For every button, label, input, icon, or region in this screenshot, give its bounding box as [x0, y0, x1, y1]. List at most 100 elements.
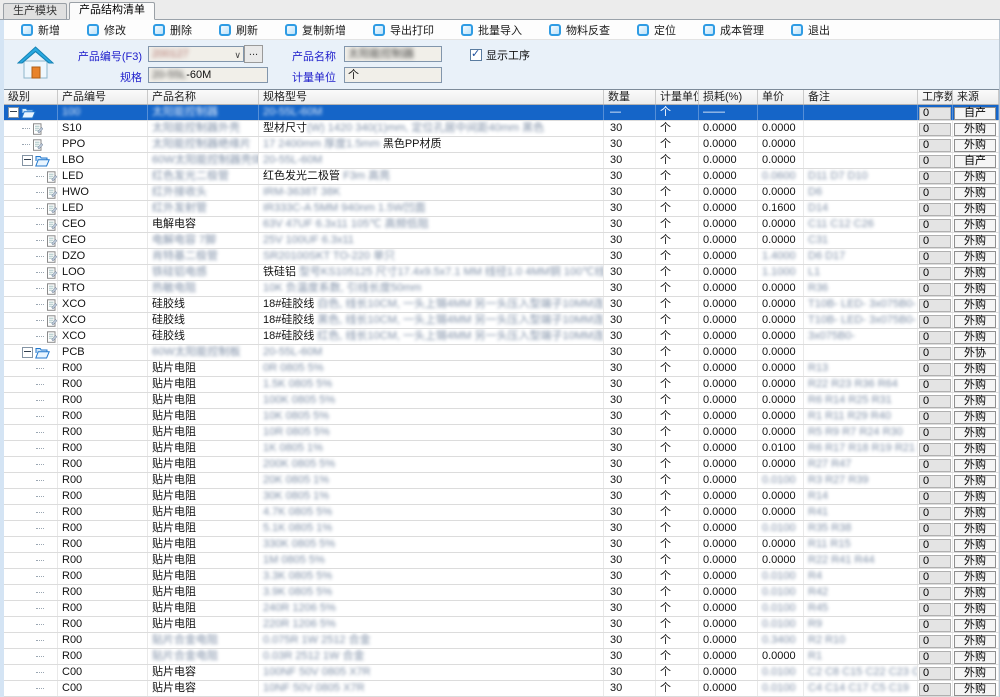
table-row[interactable]: R00贴片电阻330K 0805 5%30个0.00000.0000R11 R1…	[4, 537, 999, 553]
table-row[interactable]: HWO红外接收头IRM-3638T 38K30个0.00000.0000D60外…	[4, 185, 999, 201]
table-row[interactable]: DZO肖特基二极管SR20100SKT TO-220 单只30个0.00001.…	[4, 249, 999, 265]
source-button[interactable]: 外购	[954, 571, 996, 584]
source-button[interactable]: 外购	[954, 683, 996, 696]
table-row[interactable]: CEO电解电容63V 47UF 6.3x11 105℃ 高频低阻30个0.000…	[4, 217, 999, 233]
table-row[interactable]: R00贴片电阻10R 0805 5%30个0.00000.0000R5 R9 R…	[4, 425, 999, 441]
column-header-product-name[interactable]: 产品名称	[148, 90, 259, 104]
source-button[interactable]: 外购	[954, 555, 996, 568]
table-row[interactable]: XCO硅胶线18#硅胶线 黑色, 线长10CM, 一头上锡4MM 另一头压入型端…	[4, 313, 999, 329]
table-row[interactable]: LED红色发光二极管红色发光二极管 F3m 高亮30个0.00000.0600D…	[4, 169, 999, 185]
table-row[interactable]: S10太阳能控制器外壳型材尺寸(W) 1420 340(1)mm, 定位孔居中间…	[4, 121, 999, 137]
table-row[interactable]: 100太阳能控制器20-55L-60M—个——0自产	[4, 105, 999, 121]
source-button[interactable]: 外购	[954, 603, 996, 616]
table-row[interactable]: R00贴片合金电阻0.03R 2512 1W 合金30个0.00000.0000…	[4, 649, 999, 665]
product-code-combobox[interactable]: 200127 ∨	[148, 46, 244, 62]
source-button[interactable]: 外购	[954, 283, 996, 296]
table-row[interactable]: R00贴片电阻3.3K 0805 5%30个0.00000.0100R40外购	[4, 569, 999, 585]
product-name-field[interactable]: 太阳能控制器	[344, 46, 442, 62]
source-button[interactable]: 外购	[954, 171, 996, 184]
column-header-unit[interactable]: 计量单位	[656, 90, 699, 104]
table-row[interactable]: R00贴片电阻5.1K 0805 1%30个0.00000.0100R35 R3…	[4, 521, 999, 537]
source-button[interactable]: 外购	[954, 187, 996, 200]
table-row[interactable]: LED红外发射管IR333C-A 5MM 940nm 1.5W凹面30个0.00…	[4, 201, 999, 217]
toolbar-button-delete[interactable]: 删除	[153, 22, 192, 38]
source-button[interactable]: 外购	[954, 491, 996, 504]
table-row[interactable]: R00贴片合金电阻0.075R 1W 2512 合金30个0.00000.340…	[4, 633, 999, 649]
source-button[interactable]: 外购	[954, 523, 996, 536]
table-row[interactable]: XCO硅胶线18#硅胶线 白色, 线长10CM, 一头上锡4MM 另一头压入型端…	[4, 297, 999, 313]
browse-button[interactable]: ...	[244, 45, 263, 63]
table-row[interactable]: RTO热敏电阻10K 负温度系数, 引线长度50mm30个0.00000.000…	[4, 281, 999, 297]
table-row[interactable]: PCB60W太阳能控制板20-55L-60M30个0.00000.00000外协	[4, 345, 999, 361]
table-row[interactable]: R00贴片电阻1K 0805 1%30个0.00000.0100R6 R17 R…	[4, 441, 999, 457]
column-header-source[interactable]: 来源	[953, 90, 999, 104]
source-button[interactable]: 外购	[954, 123, 996, 136]
table-row[interactable]: R00贴片电阻10K 0805 5%30个0.00000.0000R1 R11 …	[4, 409, 999, 425]
table-row[interactable]: XCO硅胶线18#硅胶线 红色, 线长10CM, 一头上锡4MM 另一头压入型端…	[4, 329, 999, 345]
source-button[interactable]: 外购	[954, 251, 996, 264]
source-button[interactable]: 外购	[954, 395, 996, 408]
column-header-spec-model[interactable]: 规格型号	[259, 90, 604, 104]
source-button[interactable]: 外购	[954, 587, 996, 600]
source-button[interactable]: 外购	[954, 235, 996, 248]
table-row[interactable]: R00贴片电阻4.7K 0805 5%30个0.00000.0000R410外购	[4, 505, 999, 521]
tab-product-structure-list[interactable]: 产品结构清单	[69, 2, 155, 20]
column-header-level[interactable]: 级别	[4, 90, 58, 104]
source-button[interactable]: 外购	[954, 411, 996, 424]
table-row[interactable]: LOO铁硅铝电感铁硅铝 型号KS105125 尺寸17.4x9.5x7.1 MM…	[4, 265, 999, 281]
column-header-product-code[interactable]: 产品编号	[58, 90, 148, 104]
toolbar-button-material-lookup[interactable]: 物料反查	[549, 22, 610, 38]
source-button[interactable]: 外购	[954, 459, 996, 472]
source-button[interactable]: 外购	[954, 267, 996, 280]
source-button[interactable]: 外购	[954, 203, 996, 216]
column-header-unit-price[interactable]: 单价	[758, 90, 804, 104]
table-row[interactable]: R00贴片电阻3.9K 0805 5%30个0.00000.0100R420外购	[4, 585, 999, 601]
source-button[interactable]: 外购	[954, 315, 996, 328]
toolbar-button-exit[interactable]: 退出	[791, 22, 830, 38]
table-row[interactable]: C00贴片电容10NF 50V 0805 X7R30个0.00000.0100C…	[4, 681, 999, 697]
tab-production-module[interactable]: 生产模块	[3, 3, 67, 19]
source-button[interactable]: 外购	[954, 651, 996, 664]
unit-field[interactable]: 个	[344, 67, 442, 83]
source-button[interactable]: 外购	[954, 139, 996, 152]
expander-minus-icon[interactable]	[8, 107, 19, 118]
table-row[interactable]: R00贴片电阻20K 0805 1%30个0.00000.0100R3 R27 …	[4, 473, 999, 489]
column-header-remark[interactable]: 备注	[804, 90, 918, 104]
table-row[interactable]: C00贴片电容100NF 50V 0805 X7R30个0.00000.0100…	[4, 665, 999, 681]
table-row[interactable]: R00贴片电阻240R 1206 5%30个0.00000.0100R450外购	[4, 601, 999, 617]
table-row[interactable]: R00贴片电阻1.5K 0805 5%30个0.00000.0000R22 R2…	[4, 377, 999, 393]
expander-minus-icon[interactable]	[22, 347, 33, 358]
source-button[interactable]: 外购	[954, 619, 996, 632]
source-button[interactable]: 外购	[954, 427, 996, 440]
expander-minus-icon[interactable]	[22, 155, 33, 166]
toolbar-button-batch-import[interactable]: 批量导入	[461, 22, 522, 38]
toolbar-button-export-print[interactable]: 导出打印	[373, 22, 434, 38]
source-button[interactable]: 外购	[954, 507, 996, 520]
table-row[interactable]: LBO60W太阳能控制器壳体20-55L-60M30个0.00000.00000…	[4, 153, 999, 169]
toolbar-button-cost-management[interactable]: 成本管理	[703, 22, 764, 38]
table-row[interactable]: R00贴片电阻0R 0805 5%30个0.00000.0000R130外购	[4, 361, 999, 377]
column-header-quantity[interactable]: 数量	[604, 90, 656, 104]
show-process-checkbox[interactable]: 显示工序	[470, 47, 530, 63]
source-button[interactable]: 外购	[954, 219, 996, 232]
source-button[interactable]: 外协	[954, 347, 996, 360]
column-header-loss-pct[interactable]: 损耗(%)	[699, 90, 758, 104]
table-row[interactable]: R00贴片电阻30K 0805 1%30个0.00000.0000R140外购	[4, 489, 999, 505]
toolbar-button-locate[interactable]: 定位	[637, 22, 676, 38]
source-button[interactable]: 外购	[954, 443, 996, 456]
toolbar-button-add[interactable]: 新增	[21, 22, 60, 38]
source-button[interactable]: 外购	[954, 299, 996, 312]
table-row[interactable]: R00贴片电阻1M 0805 5%30个0.00000.0000R22 R41 …	[4, 553, 999, 569]
source-button[interactable]: 外购	[954, 379, 996, 392]
table-row[interactable]: CEO电解电容 7脚25V 100UF 6.3x1130个0.00000.000…	[4, 233, 999, 249]
table-row[interactable]: R00贴片电阻220R 1206 5%30个0.00000.0100R90外购	[4, 617, 999, 633]
source-button[interactable]: 外购	[954, 363, 996, 376]
toolbar-button-refresh[interactable]: 刷新	[219, 22, 258, 38]
table-row[interactable]: R00贴片电阻100K 0805 5%30个0.00000.0000R6 R14…	[4, 393, 999, 409]
spec-field[interactable]: 20-55L-60M	[148, 67, 268, 83]
source-button[interactable]: 外购	[954, 475, 996, 488]
column-header-process-count[interactable]: 工序数	[918, 90, 953, 104]
toolbar-button-copy-add[interactable]: 复制新增	[285, 22, 346, 38]
source-button[interactable]: 外购	[954, 667, 996, 680]
table-row[interactable]: PPO太阳能控制器绝缘片17 2400mm 厚度1.5mm 黑色PP材质30个0…	[4, 137, 999, 153]
